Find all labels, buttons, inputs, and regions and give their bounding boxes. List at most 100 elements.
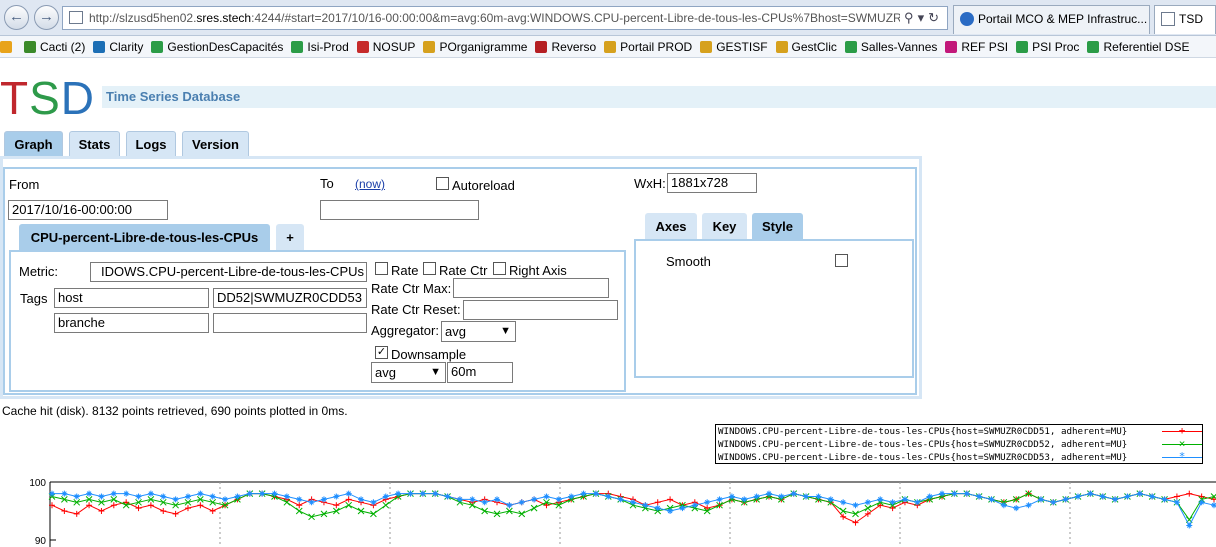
favorite-link[interactable]: Portail PROD [604,36,693,57]
favorite-label: GESTISF [716,40,768,54]
favorite-link[interactable]: REF PSI [945,36,1008,57]
favorite-link[interactable]: GestionDesCapacités [151,36,283,57]
rate-ctr-max-input[interactable] [453,278,609,298]
favorite-link[interactable]: Reverso [535,36,596,57]
y-tick-label: 90 [35,536,47,547]
favorite-label: NOSUP [372,40,416,54]
favorite-link[interactable]: Cacti (2) [24,36,85,57]
downsample-checkbox[interactable]: ✓ [375,346,388,359]
favorite-link[interactable]: NOSUP [356,36,416,57]
data-point [1198,499,1205,506]
from-input[interactable]: 2017/10/16-00:00:00 [8,200,168,220]
address-bar[interactable]: http://slzusd5hen02.sres.stech:4244/#sta… [62,6,948,30]
favorite-label: Isi-Prod [307,40,349,54]
legend-label: WINDOWS.CPU-percent-Libre-de-tous-les-CP… [718,452,1128,463]
rate-ctr-checkbox[interactable] [423,262,436,275]
search-refresh-icon[interactable]: ⚲▾↻ [900,7,943,29]
favorite-link[interactable] [0,36,16,57]
downsample-interval-input[interactable]: 60m [447,362,513,383]
rate-checkbox[interactable] [375,262,388,275]
wxh-label: WxH: [634,176,666,191]
tag-value-input[interactable]: DD52|SWMUZR0CDD53 [213,288,367,308]
url-prefix: http://slzusd5hen02. [89,11,197,25]
autoreload-checkbox[interactable] [436,177,449,190]
tag-key-input[interactable]: branche [54,313,209,333]
tab-stats[interactable]: Stats [69,131,120,156]
data-point [110,502,117,509]
data-point [333,502,340,509]
right-axis-checkbox[interactable] [493,262,506,275]
aggregator-value: avg [445,324,466,339]
favorite-label: Portail PROD [620,40,693,54]
legend-entry: WINDOWS.CPU-percent-Libre-de-tous-les-CP… [718,451,1202,464]
wxh-input[interactable]: 1881x728 [667,173,757,193]
rate-ctr-reset-label: Rate Ctr Reset: [371,302,461,317]
tab-graph[interactable]: Graph [4,131,63,156]
favorite-link[interactable]: POrganigramme [423,36,527,57]
data-point [73,493,80,500]
tab-style[interactable]: Style [752,213,803,239]
back-icon[interactable]: ← [4,5,29,30]
tab-key[interactable]: Key [702,213,747,239]
puzzle-icon [1016,41,1029,53]
rate-ctr-reset-input[interactable] [463,300,618,320]
chevron-down-icon: ▼ [430,366,441,378]
add-metric-tab[interactable]: + [276,224,304,250]
puzzle-icon [1087,41,1100,53]
page-icon [423,41,436,53]
favorite-link[interactable]: Salles-Vannes [844,36,938,57]
favorite-label: Clarity [109,40,144,54]
page-favicon-icon [69,11,83,24]
data-point [333,493,340,500]
data-point [382,501,390,509]
tab-axes[interactable]: Axes [645,213,697,239]
aggregator-select[interactable]: avg ▼ [441,321,516,342]
data-point [147,490,154,497]
data-point [345,501,353,509]
forward-icon[interactable]: → [34,5,59,30]
metric-input[interactable]: IDOWS.CPU-percent-Libre-de-tous-les-CPUs [90,262,367,282]
favorite-link[interactable]: GESTISF [700,36,768,57]
data-point [345,490,352,497]
favorite-label: Referentiel DSE [1103,40,1190,54]
downsample-func-select[interactable]: avg ▼ [371,362,446,383]
page-icon [604,41,617,53]
tag-key-input[interactable]: host [54,288,209,308]
clarity-icon [93,41,106,53]
data-point [61,508,68,514]
smooth-checkbox[interactable] [835,254,848,267]
favorite-link[interactable]: Clarity [93,36,144,57]
legend-entry: WINDOWS.CPU-percent-Libre-de-tous-les-CP… [718,438,1202,451]
favorite-link[interactable]: Isi-Prod [291,36,349,57]
data-point [1025,502,1032,509]
favorite-label: Salles-Vannes [860,40,938,54]
data-point [98,493,105,500]
browser-tab-portail[interactable]: Portail MCO & MEP Infrastruc... [953,5,1150,34]
chevron-down-icon: ▼ [500,325,511,337]
favorite-link[interactable]: PSI Proc [1016,36,1079,57]
star-icon [0,41,12,53]
tab-logs[interactable]: Logs [126,131,176,156]
metric-tab[interactable]: CPU-percent-Libre-de-tous-les-CPUs [19,224,270,250]
data-point [1173,493,1180,500]
legend-marker: + [1178,425,1186,437]
tab-version[interactable]: Version [182,131,249,156]
data-point [98,508,105,514]
data-point [296,496,303,503]
metric-label: Metric: [19,264,58,279]
chart-legend: WINDOWS.CPU-percent-Libre-de-tous-les-CP… [715,424,1203,464]
now-link[interactable]: (now) [355,177,385,191]
browser-tab-tsd[interactable]: TSD [1154,5,1216,34]
favorite-link[interactable]: Referentiel DSE [1087,36,1190,57]
data-point [295,507,303,515]
from-label: From [9,177,40,192]
puzzle-icon [844,41,857,53]
to-input[interactable] [320,200,479,220]
favorite-link[interactable]: GestClic [775,36,837,57]
data-point [184,493,191,500]
data-point [531,496,538,503]
data-point [209,508,216,514]
downsample-label: Downsample [391,347,467,362]
data-point [160,493,167,500]
tag-value-input[interactable] [213,313,367,333]
